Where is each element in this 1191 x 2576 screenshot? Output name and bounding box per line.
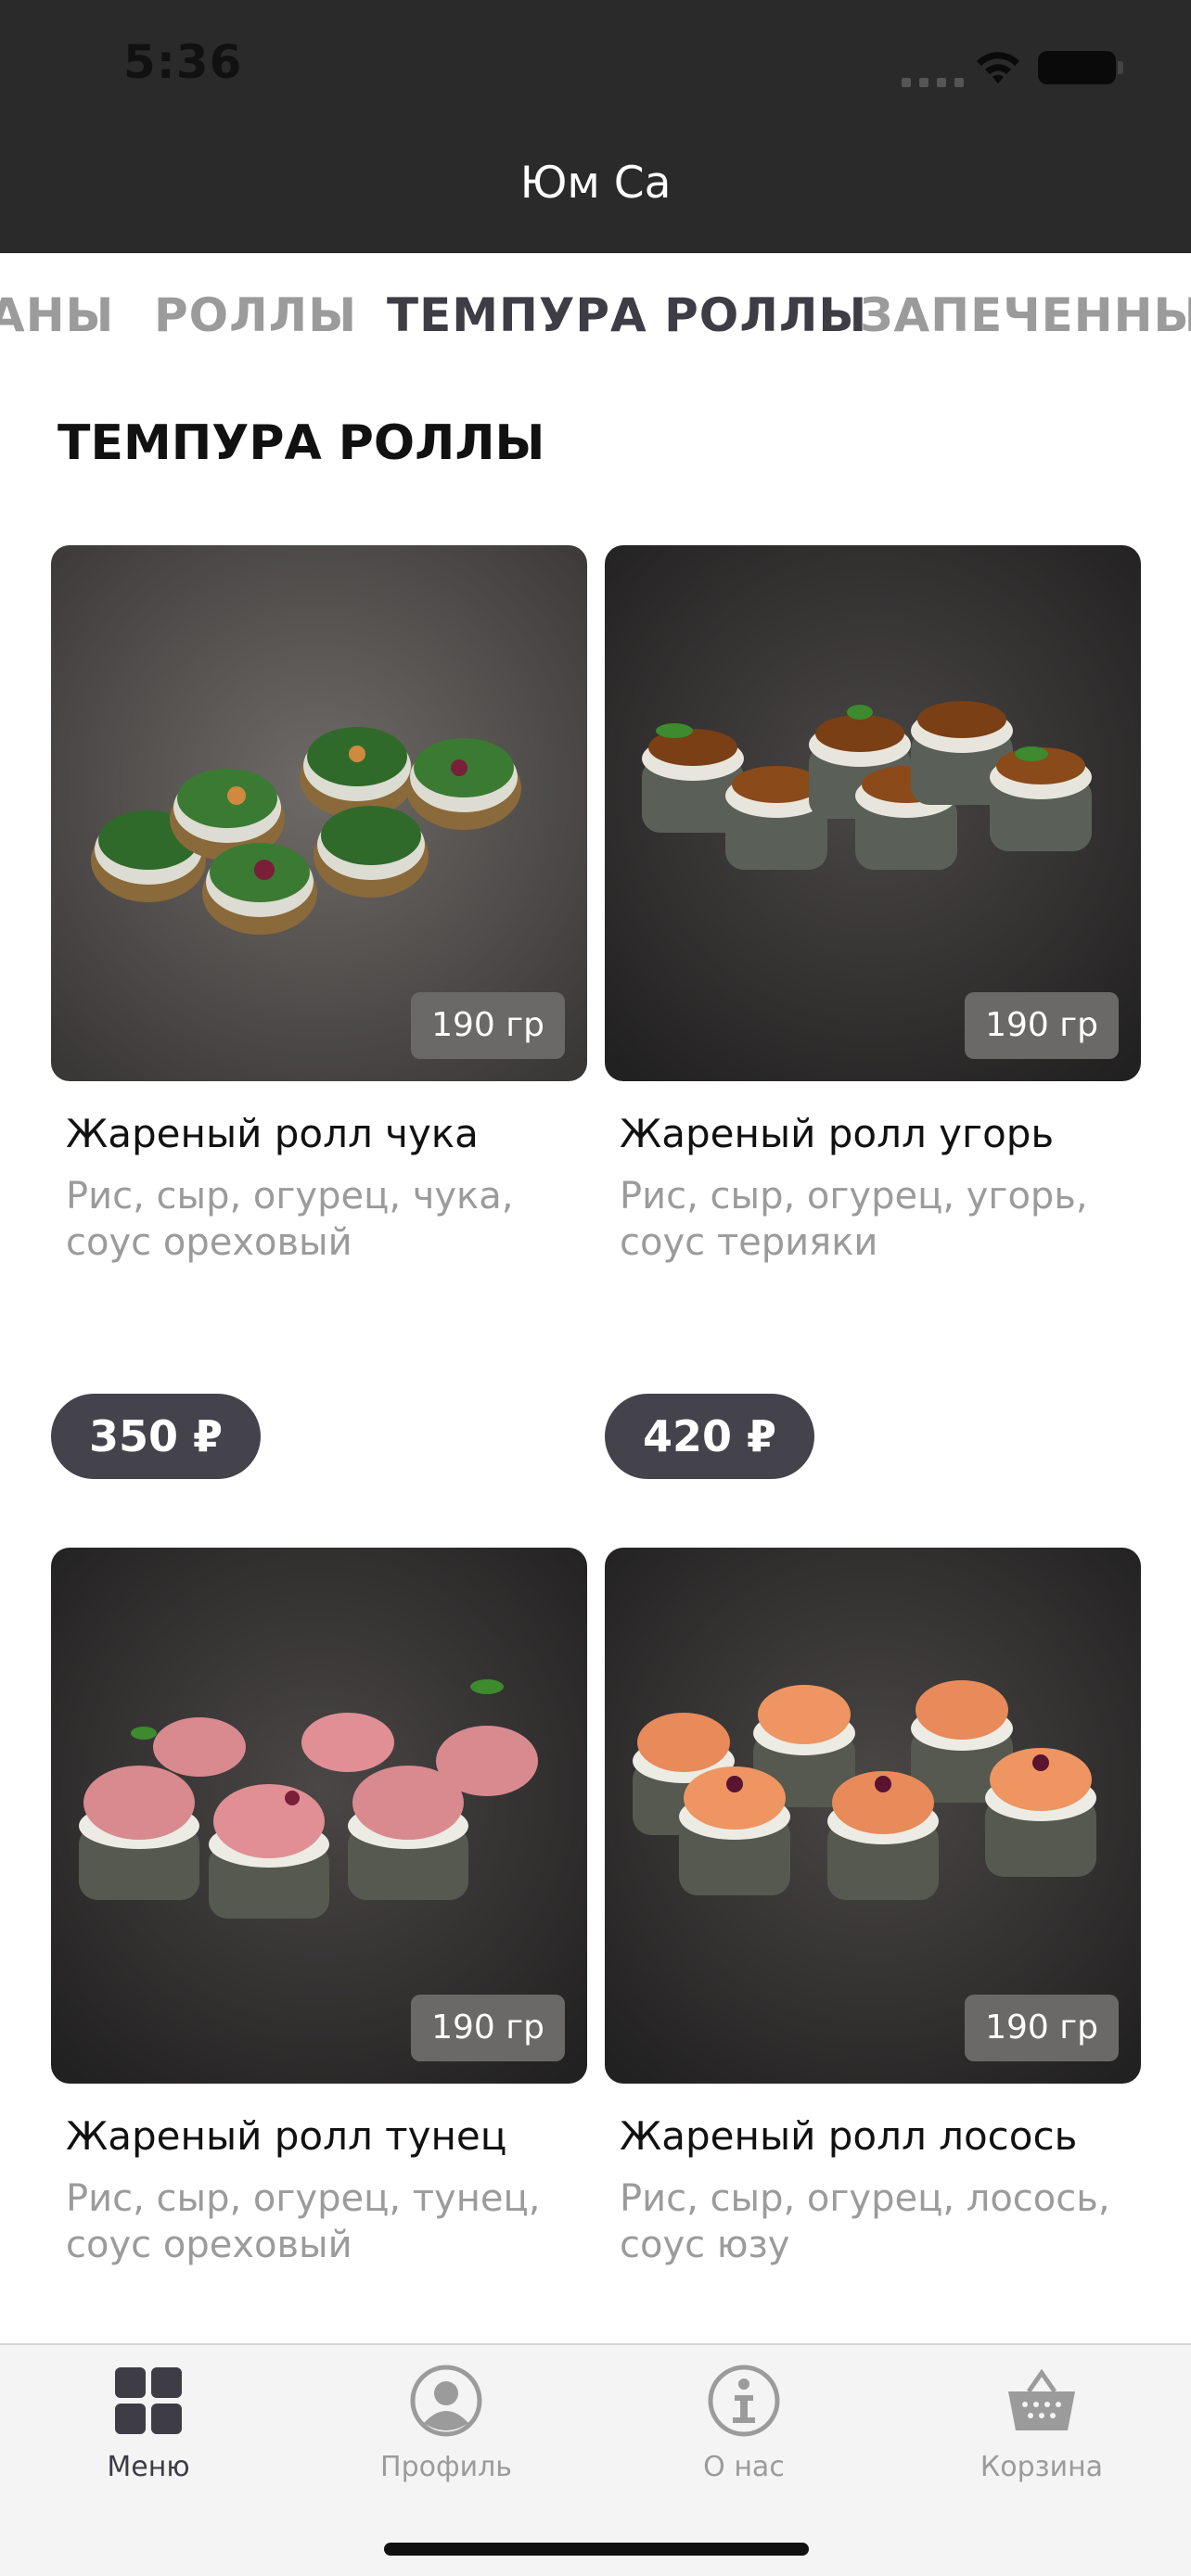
- tabbar-item-profile[interactable]: Профиль: [326, 2364, 567, 2483]
- product-name: Жареный ролл тунец: [66, 2113, 507, 2159]
- weight-badge: 190 гр: [411, 1995, 565, 2061]
- sushi-chuka-image[interactable]: 190 гр: [51, 545, 587, 1081]
- sushi-tuna-image[interactable]: 190 гр: [51, 1548, 587, 2084]
- category-tabs[interactable]: АНЫ РОЛЛЫ ТЕМПУРА РОЛЛЫ ЗАПЕЧЕННЫЕ: [0, 253, 1191, 378]
- info-icon: [707, 2364, 781, 2438]
- tabbar-label: Меню: [107, 2451, 190, 2483]
- product-description: Рис, сыр, огурец, чука, соус ореховый: [66, 1175, 514, 1264]
- product-description: Рис, сыр, огурец, лосось, соус юзу: [620, 2177, 1110, 2266]
- weight-badge: 190 гр: [411, 992, 565, 1059]
- status-bar: 5:36: [0, 0, 1191, 139]
- price-button[interactable]: 420 ₽: [605, 1394, 814, 1479]
- tabbar-item-cart[interactable]: Корзина: [921, 2364, 1162, 2483]
- navigation-bar: Юм Са: [0, 139, 1191, 253]
- product-name: Жареный ролл чука: [66, 1111, 479, 1156]
- status-time: 5:36: [123, 35, 243, 89]
- tabbar-label: Корзина: [980, 2451, 1104, 2483]
- profile-icon: [409, 2364, 483, 2438]
- battery-icon: [1038, 51, 1116, 84]
- battery-cap: [1118, 61, 1123, 74]
- price-button[interactable]: 350 ₽: [51, 1394, 261, 1479]
- tabbar-item-menu[interactable]: Меню: [28, 2364, 269, 2483]
- product-name: Жареный ролл угорь: [620, 1111, 1055, 1156]
- basket-icon: [1005, 2364, 1079, 2438]
- product-card[interactable]: 190 гр Жареный ролл лосось Рис, сыр, огу…: [605, 1548, 1141, 2268]
- sushi-eel-image[interactable]: 190 гр: [605, 545, 1141, 1081]
- tab-baked[interactable]: ЗАПЕЧЕННЫЕ: [860, 288, 1191, 342]
- cellular-signal-icon: [902, 78, 964, 87]
- tabbar-item-about[interactable]: О нас: [623, 2364, 864, 2483]
- tab-rolls[interactable]: РОЛЛЫ: [154, 288, 357, 342]
- sushi-salmon-image[interactable]: 190 гр: [605, 1548, 1141, 2084]
- grid-icon: [111, 2364, 186, 2438]
- product-card[interactable]: 190 гр Жареный ролл чука Рис, сыр, огуре…: [51, 545, 587, 1266]
- tab-tempura-rolls[interactable]: ТЕМПУРА РОЛЛЫ: [387, 288, 867, 342]
- product-card[interactable]: 190 гр Жареный ролл тунец Рис, сыр, огур…: [51, 1548, 587, 2268]
- product-description: Рис, сыр, огурец, тунец, соус ореховый: [66, 2177, 541, 2266]
- tabbar-label: Профиль: [380, 2451, 512, 2483]
- weight-badge: 190 гр: [965, 1995, 1119, 2061]
- app-title: Юм Са: [519, 158, 672, 209]
- product-description: Рис, сыр, огурец, угорь, соус терияки: [620, 1175, 1088, 1264]
- tab-category-previous[interactable]: АНЫ: [0, 288, 114, 342]
- wifi-icon: [977, 52, 1019, 83]
- section-title: ТЕМПУРА РОЛЛЫ: [58, 415, 545, 471]
- home-indicator: [384, 2543, 809, 2556]
- product-card[interactable]: 190 гр Жареный ролл угорь Рис, сыр, огур…: [605, 545, 1141, 1266]
- bottom-tab-bar: Меню Профиль О нас Корзина: [0, 2343, 1191, 2576]
- tabbar-label: О нас: [703, 2451, 785, 2483]
- product-name: Жареный ролл лосось: [620, 2113, 1078, 2159]
- weight-badge: 190 гр: [965, 992, 1119, 1059]
